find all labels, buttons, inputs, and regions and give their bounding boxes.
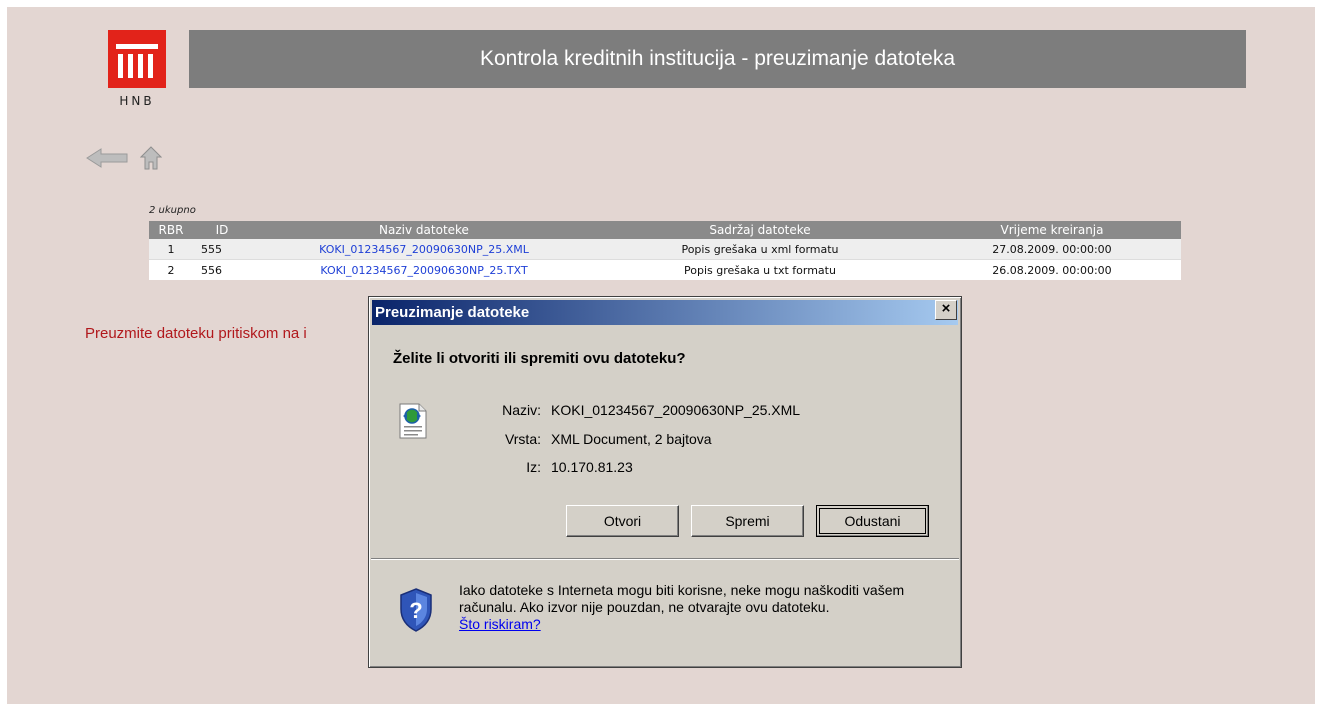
security-warning: Iako datoteke s Interneta mogu biti kori… bbox=[459, 582, 939, 633]
cell-file-name: KOKI_01234567_20090630NP_25.TXT bbox=[251, 259, 597, 280]
download-hint-text: Preuzmite datoteku pritiskom na i bbox=[85, 325, 307, 342]
cell-file-name: KOKI_01234567_20090630NP_25.XML bbox=[251, 239, 597, 260]
risk-info-link[interactable]: Što riskiram? bbox=[459, 616, 541, 632]
dialog-question: Želite li otvoriti ili spremiti ovu dato… bbox=[393, 350, 686, 367]
column-header-id: ID bbox=[193, 221, 251, 239]
total-count: 2 ukupno bbox=[149, 205, 196, 216]
open-button[interactable]: Otvori bbox=[566, 505, 679, 537]
cell-id: 555 bbox=[193, 239, 251, 260]
logo-text: HNB bbox=[119, 94, 155, 108]
file-download-dialog: Preuzimanje datoteke × Želite li otvorit… bbox=[368, 296, 962, 668]
file-link-txt[interactable]: KOKI_01234567_20090630NP_25.TXT bbox=[320, 264, 527, 277]
cell-rbr: 1 bbox=[149, 239, 193, 260]
page-title: Kontrola kreditnih institucija - preuzim… bbox=[189, 30, 1246, 88]
type-value: XML Document, 2 bajtova bbox=[551, 431, 712, 447]
column-header-created: Vrijeme kreiranja bbox=[923, 221, 1181, 239]
cell-id: 556 bbox=[193, 259, 251, 280]
table-row: 2 556 KOKI_01234567_20090630NP_25.TXT Po… bbox=[149, 259, 1181, 280]
dialog-separator bbox=[371, 558, 959, 560]
column-header-rbr: RBR bbox=[149, 221, 193, 239]
cell-created: 26.08.2009. 00:00:00 bbox=[923, 259, 1181, 280]
from-value: 10.170.81.23 bbox=[551, 459, 633, 475]
cell-rbr: 2 bbox=[149, 259, 193, 280]
back-arrow-icon[interactable] bbox=[85, 145, 129, 171]
table-header-row: RBR ID Naziv datoteke Sadržaj datoteke V… bbox=[149, 221, 1181, 239]
name-value: KOKI_01234567_20090630NP_25.XML bbox=[551, 402, 801, 418]
logo-mark-icon bbox=[108, 30, 166, 88]
table-row: 1 555 KOKI_01234567_20090630NP_25.XML Po… bbox=[149, 239, 1181, 260]
xml-file-icon bbox=[399, 403, 427, 439]
cell-file-content: Popis grešaka u txt formatu bbox=[597, 259, 923, 280]
type-label: Vrsta: bbox=[504, 431, 541, 447]
files-table: RBR ID Naziv datoteke Sadržaj datoteke V… bbox=[149, 221, 1181, 280]
name-label: Naziv: bbox=[502, 402, 541, 418]
cell-file-content: Popis grešaka u xml formatu bbox=[597, 239, 923, 260]
close-button[interactable]: × bbox=[935, 300, 957, 320]
cell-created: 27.08.2009. 00:00:00 bbox=[923, 239, 1181, 260]
file-link-xml[interactable]: KOKI_01234567_20090630NP_25.XML bbox=[319, 243, 529, 256]
dialog-title: Preuzimanje datoteke bbox=[375, 304, 530, 321]
save-button[interactable]: Spremi bbox=[691, 505, 804, 537]
column-header-file-content: Sadržaj datoteke bbox=[597, 221, 923, 239]
column-header-file-name: Naziv datoteke bbox=[251, 221, 597, 239]
svg-text:?: ? bbox=[409, 598, 422, 623]
hnb-logo: HNB bbox=[108, 30, 166, 110]
warning-text: Iako datoteke s Interneta mogu biti kori… bbox=[459, 582, 905, 615]
from-label: Iz: bbox=[526, 459, 541, 475]
cancel-button[interactable]: Odustani bbox=[816, 505, 929, 537]
security-shield-icon: ? bbox=[400, 588, 432, 632]
home-icon[interactable] bbox=[140, 145, 162, 171]
dialog-title-bar[interactable]: Preuzimanje datoteke bbox=[372, 300, 958, 325]
